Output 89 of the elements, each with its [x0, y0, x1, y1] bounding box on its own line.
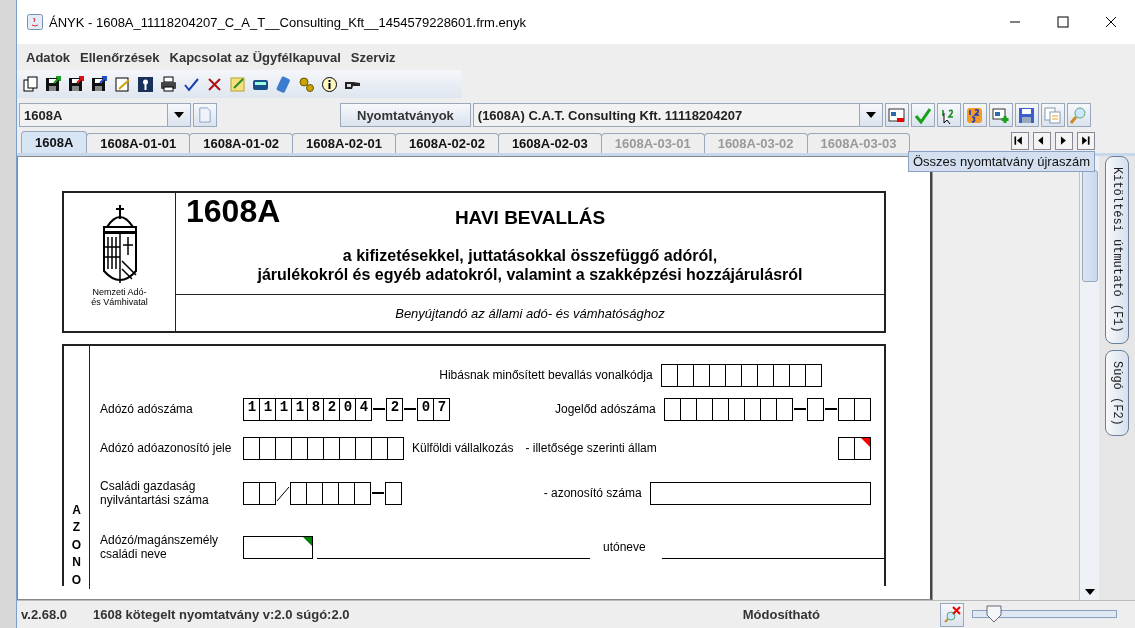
save-import-icon[interactable] [91, 75, 108, 93]
dash-separator [793, 408, 806, 410]
first-page-button[interactable] [1011, 132, 1029, 150]
input-field[interactable] [290, 481, 371, 505]
java-app-icon [27, 14, 43, 30]
form-tab[interactable]: 1608A [21, 131, 88, 153]
slider-thumb[interactable] [985, 604, 1002, 623]
maximize-icon[interactable] [1057, 16, 1069, 28]
dropdown-arrow-icon [865, 112, 876, 118]
check-button[interactable] [910, 103, 935, 127]
menu-item[interactable]: Adatok [21, 49, 76, 65]
delete-icon[interactable] [206, 75, 223, 93]
field-label: utóneve [603, 540, 646, 554]
input-field[interactable] [660, 363, 822, 387]
field-label: Külföldi vállalkozás [412, 441, 514, 455]
save-icon [1018, 106, 1036, 124]
numbering-button[interactable] [962, 103, 987, 127]
field-label: Adózó adóazonosító jele [100, 441, 233, 455]
submission-note: Benyújtandó az állami adó- és vámhatósághoz [394, 304, 666, 323]
form-subtitle: járulékokról és egyéb adatokról, valamint a szakképzési hozzájárulásról [257, 265, 803, 285]
input-field[interactable] [837, 436, 871, 460]
add-form-icon [992, 106, 1010, 124]
renumber-button[interactable] [936, 103, 961, 127]
copy-pages-icon [1044, 106, 1062, 124]
input-field[interactable] [243, 535, 313, 559]
edit-document-icon[interactable] [114, 75, 131, 93]
menu-item[interactable]: Kapcsolat az Ügyfélkapuval [164, 49, 346, 65]
digit-field[interactable]: 2 [386, 397, 403, 421]
close-icon[interactable] [1105, 16, 1117, 28]
form-type-combo[interactable]: 1608A [19, 103, 191, 127]
form-view-button[interactable] [884, 103, 909, 127]
search-button[interactable] [1066, 103, 1091, 127]
menu-item[interactable]: Szerviz [345, 49, 401, 65]
save-delete-icon[interactable] [68, 75, 85, 93]
settings-icon[interactable] [298, 75, 315, 93]
form-code: 1608A [186, 193, 282, 231]
last-page-button[interactable] [1077, 132, 1095, 150]
check-icon [914, 106, 932, 124]
field-label: - azonosító száma [543, 486, 642, 500]
scrollbar-thumb[interactable] [1081, 170, 1098, 282]
numbering-icon [966, 106, 984, 124]
input-field[interactable] [663, 397, 793, 421]
input-field[interactable] [243, 436, 404, 460]
search-icon [1070, 106, 1088, 124]
scroll-down-arrow-icon[interactable] [1084, 588, 1095, 596]
input-field[interactable] [806, 397, 824, 421]
document-icon [197, 107, 213, 123]
side-tab[interactable]: Kitöltési útmutató (F1) [1105, 156, 1129, 344]
info-icon[interactable] [321, 75, 338, 93]
notepad-icon[interactable] [229, 75, 246, 93]
side-tab[interactable]: Súgó (F2) [1105, 349, 1129, 437]
document-combo[interactable]: (1608A) C.A.T. Consulting Kft. 11118204207 [472, 103, 883, 127]
dash-separator [824, 408, 837, 410]
form-view-icon [888, 106, 906, 124]
zoom-slider[interactable] [972, 604, 1117, 625]
input-field[interactable] [837, 397, 871, 421]
field-label: Adózó/magánszemély családi neve [100, 533, 220, 561]
field-label: Jogelőd adószáma [554, 402, 656, 416]
mode-text: Módosítható [742, 607, 820, 622]
menu-item[interactable]: Ellenőrzések [75, 49, 165, 65]
zoom-reset-button[interactable] [940, 602, 964, 627]
field-label: Családi gazdaság nyilvántartási száma [100, 479, 210, 507]
window-title: ÁNYK - 1608A_11118204207_C_A_T__Consulting_Kft__1454579228601.frm.enyk [49, 14, 526, 30]
field-label: - illetősége szerinti állam [525, 441, 657, 455]
field-label: Adózó adószáma [100, 402, 194, 416]
zoom-off-icon [943, 606, 961, 623]
version-text: v.2.68.0 [21, 607, 69, 622]
add-form-button[interactable] [988, 103, 1013, 127]
save-button[interactable] [1014, 103, 1039, 127]
prev-page-button[interactable] [1033, 132, 1051, 150]
dash-separator [404, 408, 416, 410]
package-text: 1608 kötegelt nyomtatvány v:2.0 súgó:2.0 [93, 607, 350, 622]
section-label: AZONO [70, 502, 83, 589]
input-field[interactable] [649, 481, 871, 505]
dash-separator [373, 408, 385, 410]
next-page-button[interactable] [1055, 132, 1073, 150]
dropdown-arrow-icon [174, 112, 184, 118]
save-export-icon[interactable] [45, 75, 62, 93]
input-field[interactable] [243, 481, 276, 505]
input-field[interactable] [385, 481, 402, 505]
tooltip: Összes nyomtatvány újraszám [908, 151, 1095, 172]
forms-button[interactable]: Nyomtatványok [340, 103, 471, 127]
print-icon[interactable] [160, 75, 177, 93]
copy-icon[interactable] [22, 75, 39, 93]
form-title: HAVI BEVALLÁS [454, 206, 606, 230]
authority-name: Nemzeti Adó- és Vámhivatal [90, 287, 149, 308]
field-label: Hibásnak minősített bevallás vonalkódja [439, 368, 653, 382]
dash-separator [372, 492, 384, 494]
form-subtitle: a kifizetésekkel, juttatásokkal összefüggő adóról, [342, 245, 718, 265]
